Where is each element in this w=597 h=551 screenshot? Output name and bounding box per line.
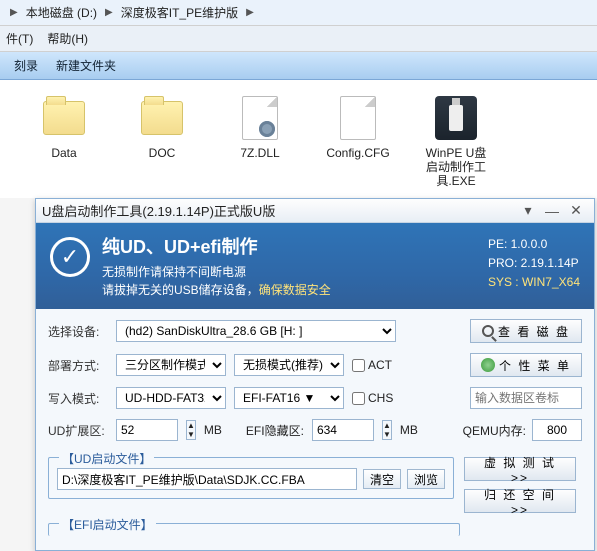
virtual-test-button[interactable]: 虚 拟 测 试 >>: [464, 457, 576, 481]
browse-button[interactable]: 浏览: [407, 469, 445, 489]
folder-icon: [141, 101, 183, 135]
minimize-tray-icon[interactable]: ▾: [516, 202, 540, 219]
label-efihide: EFI隐藏区:: [246, 422, 304, 439]
search-icon: [482, 325, 494, 337]
file-label: DOC: [128, 146, 196, 160]
minimize-button[interactable]: —: [540, 203, 564, 219]
check-circle-icon: ✓: [50, 237, 90, 277]
act-checkbox[interactable]: ACT: [352, 358, 392, 372]
file-configcfg[interactable]: Config.CFG: [324, 94, 392, 198]
gear-icon: [259, 121, 275, 137]
clear-button[interactable]: 清空: [363, 469, 401, 489]
ud-path-input[interactable]: [57, 468, 357, 490]
banner: ✓ 纯UD、UD+efi制作 无损制作请保持不间断电源 请拔掉无关的USB储存设…: [36, 223, 594, 309]
efi-boot-group: 【EFI启动文件】: [48, 523, 460, 536]
label-write: 写入模式:: [48, 390, 108, 407]
write-mode-ud-select[interactable]: UD-HDD-FAT32 ▼: [116, 387, 226, 409]
file-label: Config.CFG: [324, 146, 392, 160]
qemu-mem-input[interactable]: [532, 419, 582, 441]
files-area: Data DOC 7Z.DLL Config.CFG WinPE U盘启动制作工…: [0, 80, 597, 198]
titlebar[interactable]: U盘启动制作工具(2.19.1.14P)正式版U版 ▾ — ✕: [36, 199, 594, 223]
mb-label: MB: [400, 423, 418, 437]
banner-headline: 纯UD、UD+efi制作: [102, 233, 476, 259]
banner-line2: 请拔掉无关的USB储存设备，确保数据安全: [102, 281, 476, 299]
chs-checkbox[interactable]: CHS: [352, 391, 393, 405]
udext-input[interactable]: [116, 419, 178, 441]
view-disk-button[interactable]: 查 看 磁 盘: [470, 319, 582, 343]
cfg-file-icon: [340, 96, 376, 140]
file-winpe-exe[interactable]: WinPE U盘启动制作工具.EXE: [422, 94, 490, 198]
file-label: WinPE U盘启动制作工具.EXE: [422, 146, 490, 188]
toolbar-burn[interactable]: 刻录: [14, 57, 38, 74]
stepper-icon[interactable]: ▲▼: [186, 420, 196, 440]
ud-group-title: 【UD启动文件】: [59, 450, 154, 467]
menu-help[interactable]: 帮助(H): [47, 30, 88, 47]
close-button[interactable]: ✕: [564, 202, 588, 219]
ud-boot-group: 【UD启动文件】 清空 浏览: [48, 457, 454, 499]
chevron-right-icon: ▶: [6, 7, 22, 18]
label-udext: UD扩展区:: [48, 422, 108, 439]
folder-data[interactable]: Data: [30, 94, 98, 198]
folder-icon: [43, 101, 85, 135]
chevron-right-icon: ▶: [101, 7, 117, 18]
write-mode-efi-select[interactable]: EFI-FAT16 ▼: [234, 387, 344, 409]
file-7zdll[interactable]: 7Z.DLL: [226, 94, 294, 198]
globe-icon: [481, 358, 495, 372]
pe-version: PE: 1.0.0.0: [488, 235, 580, 254]
label-qemu: QEMU内存:: [463, 422, 526, 439]
banner-line1: 无损制作请保持不间断电源: [102, 263, 476, 281]
folder-doc[interactable]: DOC: [128, 94, 196, 198]
device-select[interactable]: (hd2) SanDiskUltra_28.6 GB [H: ]: [116, 320, 396, 342]
label-mode: 部署方式:: [48, 357, 108, 374]
dll-file-icon: [242, 96, 278, 140]
toolbar-newfolder[interactable]: 新建文件夹: [56, 57, 116, 74]
pro-version: PRO: 2.19.1.14P: [488, 254, 580, 273]
file-label: Data: [30, 146, 98, 160]
stepper-icon[interactable]: ▲▼: [382, 420, 392, 440]
lossless-select[interactable]: 无损模式(推荐) ▼: [234, 354, 344, 376]
deploy-mode-select[interactable]: 三分区制作模式 ▼: [116, 354, 226, 376]
restore-space-button[interactable]: 归 还 空 间 >>: [464, 489, 576, 513]
label-device: 选择设备:: [48, 323, 108, 340]
menubar: 件(T) 帮助(H): [0, 26, 597, 52]
sys-version: SYS : WIN7_X64: [488, 273, 580, 292]
breadcrumb[interactable]: ▶ 本地磁盘 (D:) ▶ 深度极客IT_PE维护版 ▶: [0, 0, 597, 26]
breadcrumb-seg[interactable]: 深度极客IT_PE维护版: [117, 4, 242, 21]
file-label: 7Z.DLL: [226, 146, 294, 160]
breadcrumb-seg[interactable]: 本地磁盘 (D:): [22, 4, 101, 21]
chevron-right-icon: ▶: [242, 7, 258, 18]
personal-menu-button[interactable]: 个 性 菜 单: [470, 353, 582, 377]
form-area: 选择设备: (hd2) SanDiskUltra_28.6 GB [H: ] 查…: [36, 309, 594, 550]
window-title: U盘启动制作工具(2.19.1.14P)正式版U版: [42, 201, 516, 220]
app-window: U盘启动制作工具(2.19.1.14P)正式版U版 ▾ — ✕ ✓ 纯UD、UD…: [35, 198, 595, 551]
volume-label-input[interactable]: [470, 387, 582, 409]
efihide-input[interactable]: [312, 419, 374, 441]
menu-tools[interactable]: 件(T): [6, 30, 33, 47]
explorer-toolbar: 刻录 新建文件夹: [0, 52, 597, 80]
exe-icon: [435, 96, 477, 140]
efi-group-title: 【EFI启动文件】: [59, 516, 156, 533]
usb-icon: [449, 105, 463, 131]
mb-label: MB: [204, 423, 222, 437]
